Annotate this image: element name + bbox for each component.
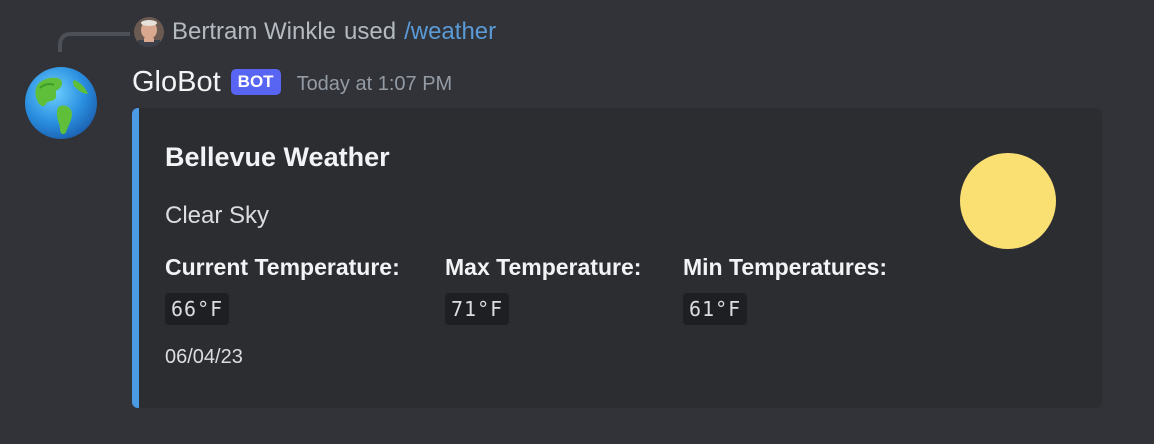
bot-avatar[interactable] bbox=[24, 66, 98, 140]
embed-title: Bellevue Weather bbox=[165, 142, 390, 172]
embed-footer-date: 06/04/23 bbox=[165, 346, 243, 368]
field-min-temperature: Min Temperatures: 61°F bbox=[683, 254, 943, 325]
field-max-temperature: Max Temperature: 71°F bbox=[445, 254, 683, 325]
reply-verb: used bbox=[344, 18, 397, 45]
weather-embed: Bellevue Weather Clear Sky Current Tempe… bbox=[132, 108, 1102, 408]
field-name: Current Temperature: bbox=[165, 254, 400, 280]
bot-username[interactable]: GloBot bbox=[132, 66, 221, 99]
globe-americas-icon bbox=[25, 67, 97, 139]
field-value: 61°F bbox=[683, 293, 748, 325]
reply-reference[interactable]: Bertram Winkle used /weather bbox=[134, 14, 496, 50]
bot-badge: BOT bbox=[230, 69, 281, 95]
message-header: GloBot BOT Today at 1:07 PM bbox=[132, 60, 452, 104]
reply-user-avatar[interactable] bbox=[134, 17, 164, 47]
embed-description: Clear Sky bbox=[165, 202, 270, 229]
reply-command[interactable]: /weather bbox=[404, 18, 496, 46]
chat-message: Bertram Winkle used /weather GloBot BOT … bbox=[0, 0, 1154, 444]
sun-icon bbox=[960, 153, 1056, 249]
field-current-temperature: Current Temperature: 66°F bbox=[165, 254, 445, 325]
message-timestamp[interactable]: Today at 1:07 PM bbox=[297, 69, 453, 96]
embed-thumbnail[interactable] bbox=[957, 150, 1059, 252]
field-value: 71°F bbox=[445, 293, 510, 325]
reply-username[interactable]: Bertram Winkle bbox=[172, 18, 336, 46]
field-value: 66°F bbox=[165, 293, 230, 325]
field-name: Max Temperature: bbox=[445, 254, 642, 280]
embed-fields: Current Temperature: 66°F Max Temperatur… bbox=[165, 254, 943, 325]
reply-connector bbox=[58, 32, 130, 52]
field-name: Min Temperatures: bbox=[683, 254, 888, 280]
